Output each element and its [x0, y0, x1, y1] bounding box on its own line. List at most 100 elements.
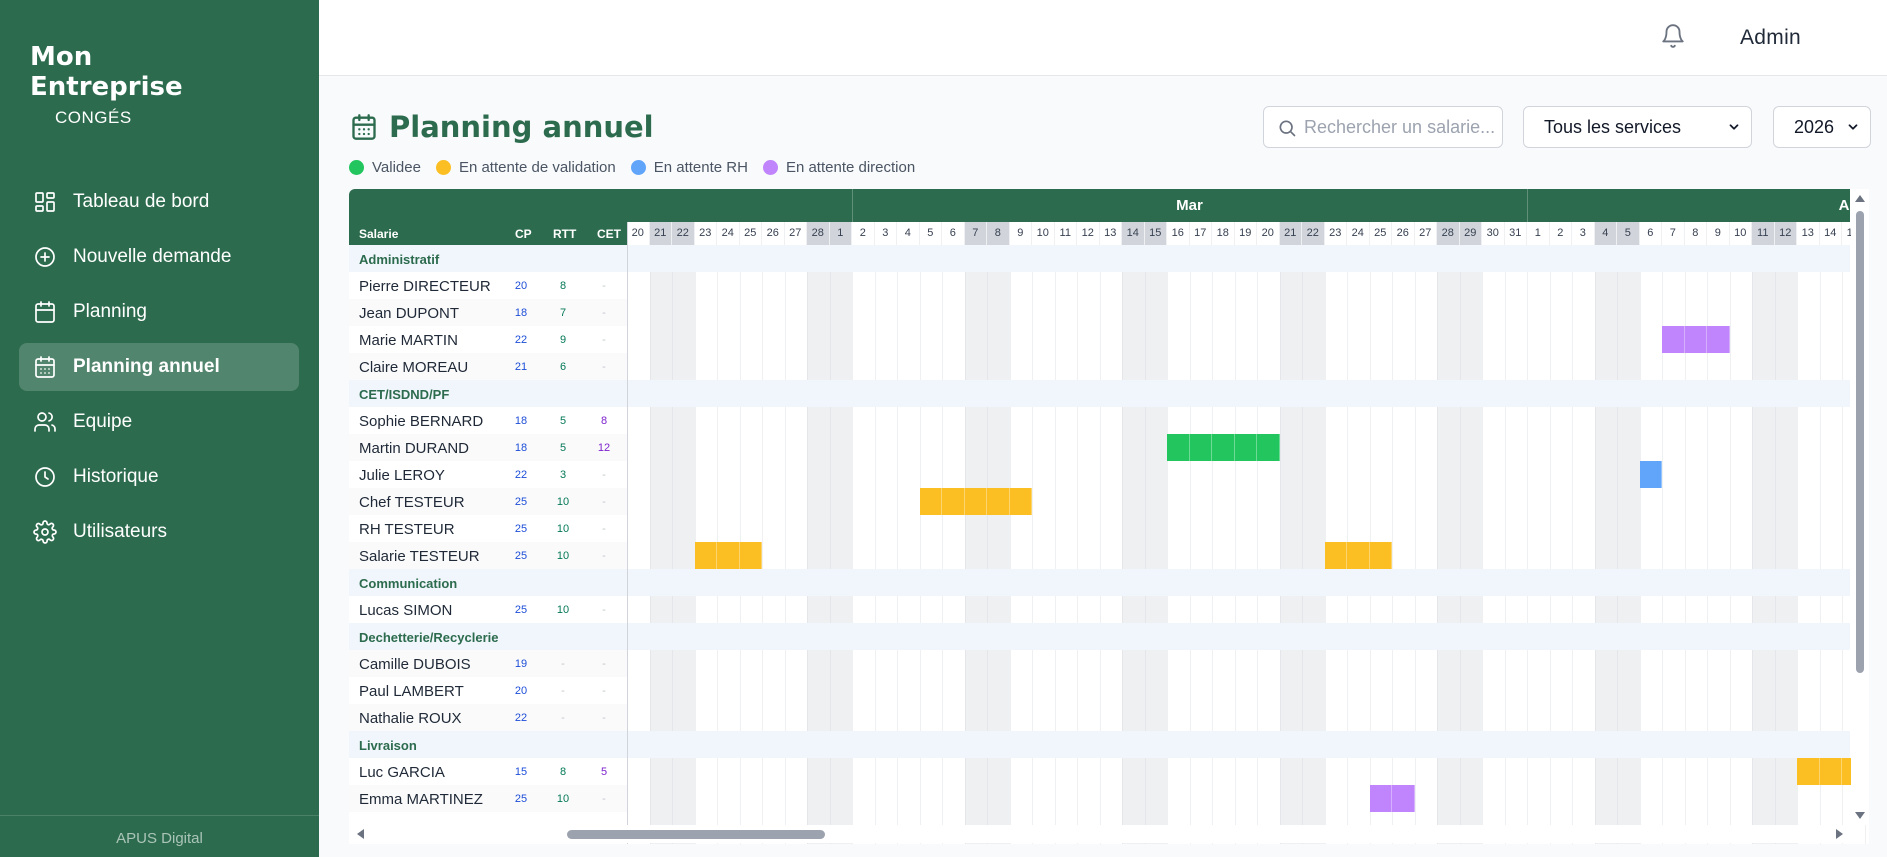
scroll-left-arrow[interactable]: [357, 829, 364, 839]
day-header: 25: [739, 222, 762, 245]
leave-day[interactable]: [1684, 326, 1707, 353]
leave-bar-attente[interactable]: [1324, 542, 1392, 569]
employee-name[interactable]: Salarie TESTEUR: [359, 548, 480, 565]
sidebar-item-planning[interactable]: Planning: [19, 288, 299, 336]
leave-bar-attente[interactable]: [919, 488, 1032, 515]
leave-day[interactable]: [694, 542, 717, 569]
day-header: 3: [874, 222, 897, 245]
leave-day[interactable]: [1819, 758, 1842, 785]
leave-day[interactable]: [739, 542, 762, 569]
horizontal-scrollbar[interactable]: [349, 825, 1851, 843]
leave-day[interactable]: [1369, 785, 1392, 812]
leave-day[interactable]: [1189, 434, 1212, 461]
sidebar-item-historique[interactable]: Historique: [19, 453, 299, 501]
day-header: 24: [1347, 222, 1370, 245]
leave-day[interactable]: [1347, 542, 1370, 569]
sidebar-item-label: Equipe: [73, 411, 133, 432]
sidebar-item-nouvelle-demande[interactable]: Nouvelle demande: [19, 233, 299, 281]
search-input[interactable]: [1304, 107, 1500, 147]
day-header: 19: [1234, 222, 1257, 245]
leave-day[interactable]: [987, 488, 1010, 515]
employee-name[interactable]: RH TESTEUR: [359, 521, 455, 538]
scroll-right-arrow[interactable]: [1836, 829, 1843, 839]
leave-bar-direction[interactable]: [1662, 326, 1730, 353]
day-header: 8: [1684, 222, 1707, 245]
vertical-scrollbar[interactable]: [1851, 189, 1869, 825]
leave-day[interactable]: [1167, 434, 1190, 461]
leave-day[interactable]: [1707, 326, 1730, 353]
leave-bar-validee[interactable]: [1167, 434, 1280, 461]
year-select[interactable]: 2026: [1773, 106, 1871, 148]
service-select[interactable]: Tous les services: [1523, 106, 1752, 148]
leave-day[interactable]: [1234, 434, 1257, 461]
balance-rtt: 10: [556, 604, 570, 616]
employee-name[interactable]: Paul LAMBERT: [359, 683, 464, 700]
employee-row: Julie LEROY 22 3 -: [349, 461, 1850, 488]
employee-row: Paul LAMBERT 20 - -: [349, 677, 1850, 704]
leave-day[interactable]: [1257, 434, 1280, 461]
leave-day[interactable]: [964, 488, 987, 515]
balance-cp: 25: [514, 793, 528, 805]
scroll-down-arrow[interactable]: [1855, 812, 1865, 819]
leave-day[interactable]: [1212, 434, 1235, 461]
employee-name[interactable]: Camille DUBOIS: [359, 656, 471, 673]
legend-label: Validee: [372, 159, 421, 176]
balance-rtt: 8: [559, 280, 567, 292]
employee-name[interactable]: Marie MARTIN: [359, 332, 458, 349]
bell-icon[interactable]: [1660, 22, 1686, 50]
sidebar-item-label: Planning annuel: [73, 356, 220, 377]
service-group-label: Communication: [359, 576, 458, 591]
leave-day[interactable]: [717, 542, 740, 569]
employee-name[interactable]: Chef TESTEUR: [359, 494, 465, 511]
leave-day[interactable]: [919, 488, 942, 515]
status-legend: Validee En attente de validation En attent…: [349, 159, 930, 176]
day-header: 5: [1617, 222, 1640, 245]
scroll-up-arrow[interactable]: [1855, 195, 1865, 202]
day-header: 2: [852, 222, 875, 245]
leave-bar-attente[interactable]: [694, 542, 762, 569]
leave-day[interactable]: [1639, 461, 1662, 488]
leave-day[interactable]: [1392, 785, 1415, 812]
leave-day[interactable]: [1324, 542, 1347, 569]
day-header: 21: [649, 222, 672, 245]
day-header: 22: [672, 222, 695, 245]
employee-name[interactable]: Jean DUPONT: [359, 305, 459, 322]
employee-name[interactable]: Pierre DIRECTEUR: [359, 278, 491, 295]
leave-bar-direction[interactable]: [1369, 785, 1415, 812]
day-header: 11: [1054, 222, 1077, 245]
employee-row: Emma MARTINEZ 25 10 -: [349, 785, 1850, 812]
leave-bar-rh[interactable]: [1639, 461, 1662, 488]
vertical-scroll-thumb[interactable]: [1856, 211, 1864, 673]
user-menu[interactable]: Admin: [1740, 26, 1801, 50]
day-header: 6: [942, 222, 965, 245]
horizontal-scroll-thumb[interactable]: [567, 830, 825, 839]
leave-day[interactable]: [1369, 542, 1392, 569]
day-header: 5: [919, 222, 942, 245]
balance-rtt: -: [561, 658, 565, 670]
day-header: 4: [1594, 222, 1617, 245]
employee-name[interactable]: Claire MOREAU: [359, 359, 468, 376]
sidebar-item-utilisateurs[interactable]: Utilisateurs: [19, 508, 299, 556]
balance-rtt: -: [561, 685, 565, 697]
day-header: 7: [964, 222, 987, 245]
annual-planning-grid: Mar A Salarie CP RTT CET 20 21 22 23 24 25 26 27…: [349, 189, 1869, 844]
leave-day[interactable]: [1009, 488, 1032, 515]
day-header: 26: [762, 222, 785, 245]
sidebar-item-equipe[interactable]: Equipe: [19, 398, 299, 446]
employee-name[interactable]: Luc GARCIA: [359, 764, 445, 781]
leave-day[interactable]: [1662, 326, 1685, 353]
leave-day[interactable]: [1797, 758, 1820, 785]
calendar-icon: [33, 300, 57, 324]
sidebar-item-planning-annuel[interactable]: Planning annuel: [19, 343, 299, 391]
employee-name[interactable]: Emma MARTINEZ: [359, 791, 483, 808]
employee-name[interactable]: Sophie BERNARD: [359, 413, 483, 430]
sidebar-item-tableau-de-bord[interactable]: Tableau de bord: [19, 178, 299, 226]
leave-day[interactable]: [942, 488, 965, 515]
header-rtt: RTT: [553, 227, 577, 241]
employee-name[interactable]: Nathalie ROUX: [359, 710, 462, 727]
balance-cet: -: [602, 361, 606, 373]
employee-name[interactable]: Julie LEROY: [359, 467, 445, 484]
balance-cp: 15: [514, 766, 528, 778]
employee-name[interactable]: Martin DURAND: [359, 440, 469, 457]
employee-name[interactable]: Lucas SIMON: [359, 602, 452, 619]
